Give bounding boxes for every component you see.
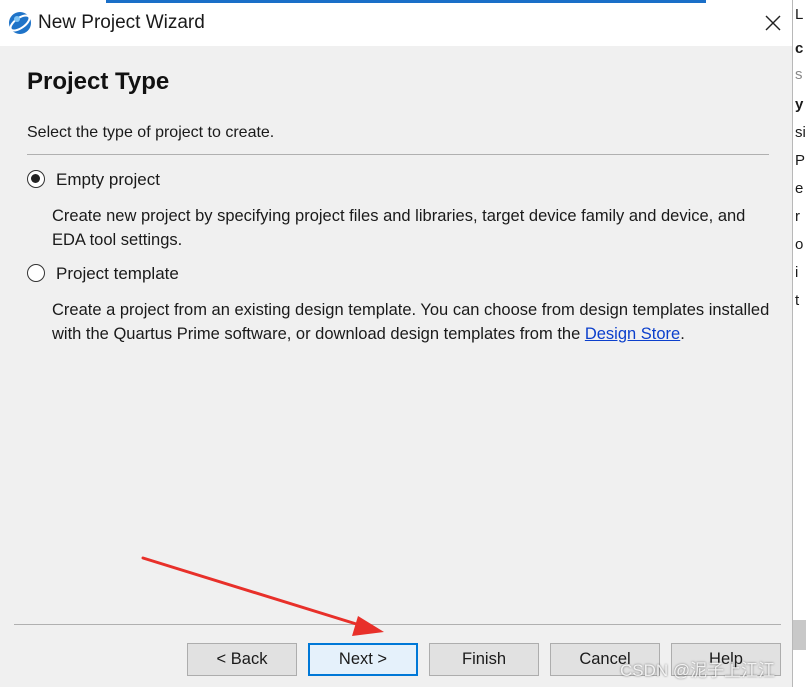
project-template-radio[interactable]: [27, 264, 45, 282]
window-title: New Project Wizard: [38, 12, 205, 33]
project-template-description-end: .: [680, 325, 685, 343]
new-project-wizard-dialog: New Project Wizard Project Type Select t…: [0, 0, 793, 687]
background-text-fragment: P: [795, 152, 806, 169]
title-bar: New Project Wizard: [0, 0, 792, 46]
title-bar-accent-strip: [106, 0, 706, 3]
page-title: Project Type: [27, 68, 170, 95]
radio-selected-dot: [31, 174, 40, 183]
project-template-description: Create a project from an existing design…: [52, 298, 777, 346]
help-button[interactable]: Help: [671, 643, 781, 676]
background-text-fragment: si: [795, 124, 806, 141]
page-instructions: Select the type of project to create.: [27, 124, 275, 141]
background-text-fragment: c: [795, 40, 804, 57]
background-text-fragment: L: [795, 6, 804, 23]
design-store-link[interactable]: Design Store: [585, 325, 680, 343]
background-text-fragment: e: [795, 180, 804, 197]
background-scrollbar-thumb: [793, 620, 806, 650]
project-template-label: Project template: [56, 264, 179, 283]
quartus-globe-icon: [8, 11, 32, 35]
background-text-fragment: o: [795, 236, 804, 253]
footer-divider: [14, 624, 781, 625]
background-text-fragment: t: [795, 292, 800, 309]
close-button[interactable]: [755, 6, 791, 40]
close-icon: [765, 15, 781, 31]
empty-project-label: Empty project: [56, 170, 160, 189]
background-text-fragment: s: [795, 66, 803, 83]
back-button[interactable]: < Back: [187, 643, 297, 676]
background-text-fragment: r: [795, 208, 800, 225]
finish-button[interactable]: Finish: [429, 643, 539, 676]
background-text-fragment: i: [795, 264, 799, 281]
empty-project-description: Create new project by specifying project…: [52, 207, 746, 249]
background-window-edge: L c s y si P e r o i t: [793, 0, 806, 687]
header-divider: [27, 154, 769, 155]
background-text-fragment: y: [795, 96, 804, 113]
empty-project-radio[interactable]: [27, 170, 45, 188]
cancel-button[interactable]: Cancel: [550, 643, 660, 676]
next-button[interactable]: Next >: [308, 643, 418, 676]
